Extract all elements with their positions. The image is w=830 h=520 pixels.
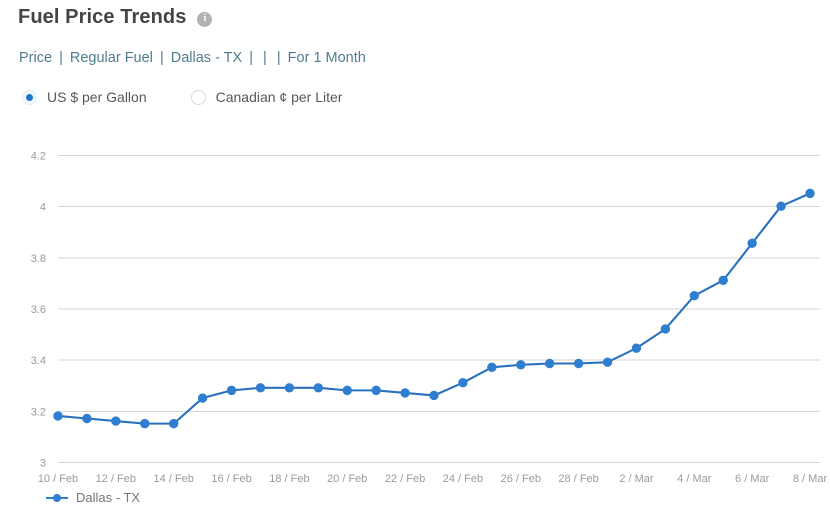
x-axis-tick-label: 4 / Mar: [677, 473, 712, 485]
x-axis-tick-label: 16 / Feb: [211, 473, 251, 485]
x-axis-tick-label: 12 / Feb: [96, 473, 136, 485]
chart-data-point[interactable]: [197, 393, 208, 403]
chart-data-point[interactable]: [516, 360, 526, 370]
chart-data-point[interactable]: [573, 358, 584, 369]
chart-data-point[interactable]: [53, 411, 63, 421]
y-axis-tick-label: 4.2: [31, 151, 46, 163]
chart-data-point[interactable]: [342, 385, 352, 396]
chart-data-point[interactable]: [82, 413, 92, 424]
x-axis-tick-label: 20 / Feb: [327, 473, 367, 485]
x-axis-tick-label: 10 / Feb: [38, 473, 78, 485]
x-axis-tick-label: 14 / Feb: [154, 473, 194, 485]
radio-mark-unselected[interactable]: [190, 89, 206, 105]
radio-label-usd-per-gallon: US $ per Gallon: [47, 89, 147, 105]
chart-data-point[interactable]: [168, 418, 179, 429]
radio-dot: [195, 94, 202, 101]
chart-data-point[interactable]: [429, 390, 439, 401]
x-axis-tick-label: 18 / Feb: [269, 473, 309, 485]
chart-data-point[interactable]: [487, 362, 497, 373]
unit-radio-group: US $ per Gallon Canadian ¢ per Liter: [22, 86, 342, 108]
chart-data-point[interactable]: [226, 385, 237, 396]
chart-data-point[interactable]: [805, 188, 815, 199]
chart-data-point[interactable]: [458, 377, 468, 388]
chart-plot-area: 3 3.2 3.4 3.6 3.8 4 4.2 10 / Feb 12 / Feb 14 / F…: [31, 151, 828, 486]
y-axis-tick-label: 4: [40, 202, 46, 214]
chart-data-point[interactable]: [111, 416, 121, 426]
chart-data-point[interactable]: [284, 383, 295, 393]
breadcrumb-item-period[interactable]: For 1 Month: [288, 50, 366, 66]
x-axis-tick-label: 24 / Feb: [443, 473, 483, 485]
chart-data-point[interactable]: [776, 201, 786, 211]
chart-data-point[interactable]: [631, 343, 642, 353]
radio-option-cad-per-liter[interactable]: Canadian ¢ per Liter: [190, 86, 343, 108]
y-axis-tick-label: 3.4: [31, 355, 46, 367]
breadcrumb: Price | Regular Fuel | Dallas - TX | | |…: [19, 48, 366, 68]
chart-data-point[interactable]: [602, 357, 613, 367]
radio-dot: [26, 93, 33, 101]
x-axis-tick-label: 28 / Feb: [558, 473, 598, 485]
chart-data-point[interactable]: [313, 383, 324, 393]
radio-mark-selected[interactable]: [22, 89, 37, 105]
x-axis-tick-label: 6 / Mar: [735, 473, 770, 485]
y-axis-tick-label: 3.2: [31, 406, 46, 418]
chart-data-point[interactable]: [140, 418, 150, 429]
x-axis-tick-label: 8 / Mar: [793, 473, 828, 485]
breadcrumb-separator: |: [59, 50, 63, 66]
chart-gridlines: [58, 155, 820, 463]
breadcrumb-separator: |: [159, 50, 164, 66]
radio-label-cad-per-liter: Canadian ¢ per Liter: [215, 89, 343, 105]
chart-data-point[interactable]: [660, 324, 671, 334]
chart-data-point[interactable]: [718, 275, 728, 286]
x-axis-tick-label: 22 / Feb: [385, 473, 425, 485]
x-axis-tick-label: 26 / Feb: [501, 473, 541, 485]
radio-option-usd-per-gallon[interactable]: US $ per Gallon: [22, 86, 147, 108]
y-axis-tick-label: 3.8: [31, 253, 46, 265]
page-title: Fuel Price Trends: [18, 6, 187, 28]
chart-x-axis-labels: 10 / Feb 12 / Feb 14 / Feb 16 / Feb 18 / Feb…: [38, 473, 828, 485]
y-axis-tick-label: 3.6: [31, 304, 46, 316]
breadcrumb-separator: |: [263, 50, 267, 66]
chart-data-point[interactable]: [371, 385, 381, 396]
page-header: Fuel Price Trends i: [18, 4, 213, 30]
chart-data-point[interactable]: [255, 383, 266, 393]
fuel-price-line-chart: 3 3.2 3.4 3.6 3.8 4 4.2 10 / Feb 12 / Feb 14 / F…: [0, 130, 830, 520]
chart-legend[interactable]: Dallas - TX: [46, 490, 140, 505]
breadcrumb-item-price[interactable]: Price: [19, 50, 52, 66]
chart-data-point[interactable]: [689, 291, 700, 301]
chart-data-point[interactable]: [544, 358, 555, 369]
legend-label-dallas-tx: Dallas - TX: [76, 490, 141, 505]
x-axis-tick-label: 2 / Mar: [619, 473, 654, 485]
chart-y-axis-labels: 3 3.2 3.4 3.6 3.8 4 4.2: [31, 151, 46, 470]
legend-marker-icon: [46, 492, 68, 504]
breadcrumb-item-location[interactable]: Dallas - TX: [171, 50, 242, 66]
breadcrumb-item-fuel-type[interactable]: Regular Fuel: [70, 50, 153, 66]
y-axis-tick-label: 3: [40, 458, 46, 470]
chart-data-point[interactable]: [747, 238, 757, 248]
chart-data-point[interactable]: [400, 388, 410, 398]
breadcrumb-separator: |: [276, 50, 281, 66]
breadcrumb-separator: |: [249, 50, 254, 66]
info-icon[interactable]: i: [197, 11, 213, 27]
